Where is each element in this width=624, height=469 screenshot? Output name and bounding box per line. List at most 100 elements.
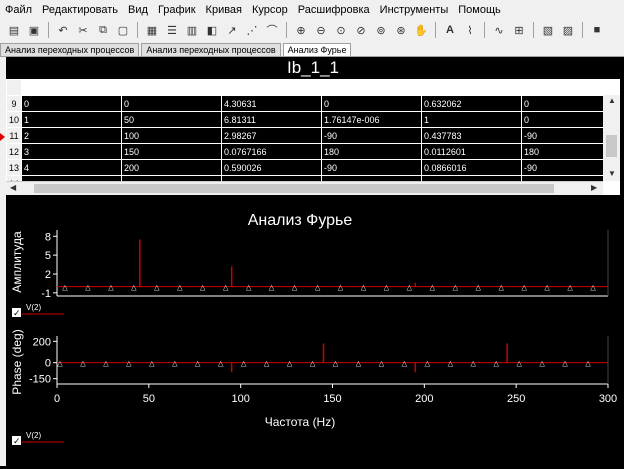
row-number[interactable]: 12 (6, 143, 22, 160)
table-cell[interactable]: 200 (121, 159, 222, 176)
wave-icon[interactable]: ∿ (491, 22, 507, 38)
sample-marker: △ (499, 285, 505, 292)
marker-icon[interactable]: ⌇ (462, 22, 478, 38)
column-header[interactable] (421, 79, 522, 96)
table-cell[interactable]: 0.632062 (421, 95, 522, 112)
paste-icon[interactable]: ▢ (115, 22, 131, 38)
zoom-fit-icon[interactable]: ⊛ (393, 22, 409, 38)
menu-item-3[interactable]: График (153, 4, 201, 16)
column-header[interactable] (21, 79, 122, 96)
zoom-x-icon[interactable]: ⊘ (353, 22, 369, 38)
table-row[interactable]: 13 4 200 0.590026 -90 0.0866016 -90 (6, 159, 604, 176)
properties-icon[interactable]: ▨ (560, 22, 576, 38)
menu-item-7[interactable]: Инструменты (375, 4, 454, 16)
table-cell[interactable]: 0 (121, 95, 222, 112)
table-cell[interactable]: 2.98267 (221, 127, 322, 144)
table-cell[interactable]: 1 (21, 111, 122, 128)
sample-marker: △ (585, 361, 591, 368)
table-cell[interactable]: 150 (121, 143, 222, 160)
menu-item-2[interactable]: Вид (123, 4, 153, 16)
copy-icon[interactable]: ⧉ (95, 22, 111, 38)
curve-icon[interactable]: ⌒ (264, 22, 280, 38)
menu-item-4[interactable]: Кривая (201, 4, 247, 16)
table-row[interactable]: 12 3 150 0.0767166 180 0.0112601 180 (6, 143, 604, 160)
sample-marker: △ (218, 361, 224, 368)
table-icon[interactable]: ▥ (184, 22, 200, 38)
cursor-icon[interactable]: ↗ (224, 22, 240, 38)
scroll-up-icon[interactable]: ▲ (608, 96, 616, 105)
row-number[interactable]: 9 (6, 95, 22, 112)
tab-transient-1[interactable]: Анализ переходных процессов (0, 43, 140, 56)
save-icon[interactable]: ▣ (26, 22, 42, 38)
column-header[interactable] (521, 79, 604, 96)
table-cell[interactable]: 0.0112601 (421, 143, 522, 160)
table-cell[interactable]: 3 (21, 143, 122, 160)
menu-item-8[interactable]: Помощь (453, 4, 506, 16)
menu-item-0[interactable]: Файл (0, 4, 37, 16)
table-cell[interactable]: -90 (321, 127, 422, 144)
vertical-scrollbar[interactable]: ▲ ▼ (603, 95, 620, 181)
row-number[interactable]: 11 (6, 127, 22, 144)
table-row[interactable]: 9 0 0 4.30631 0 0.632062 0 (6, 95, 604, 112)
column-header[interactable] (221, 79, 322, 96)
table-cell[interactable]: -90 (521, 127, 604, 144)
menu-item-6[interactable]: Расшифровка (293, 4, 375, 16)
table-row[interactable]: 10 1 50 6.81311 1.76147e-006 1 0 (6, 111, 604, 128)
table-row[interactable]: 11 2 100 2.98267 -90 0.437783 -90 (6, 127, 604, 144)
table-cell[interactable]: 50 (121, 111, 222, 128)
table-cell[interactable]: 0 (21, 95, 122, 112)
row-number[interactable]: 13 (6, 159, 22, 176)
scroll-down-icon[interactable]: ▼ (608, 169, 616, 178)
table-cell[interactable]: 4 (21, 159, 122, 176)
select-icon[interactable]: ◧ (204, 22, 220, 38)
zoom-out-icon[interactable]: ⊖ (313, 22, 329, 38)
table-cell[interactable]: 100 (121, 127, 222, 144)
column-header[interactable] (321, 79, 422, 96)
table-cell[interactable]: 0 (521, 95, 604, 112)
table-cell[interactable]: 0 (321, 95, 422, 112)
sample-marker: △ (361, 285, 367, 292)
cut-icon[interactable]: ✂ (75, 22, 91, 38)
table-cell[interactable]: 4.30631 (221, 95, 322, 112)
points-icon[interactable]: ⋰ (244, 22, 260, 38)
lines-icon[interactable]: ☰ (164, 22, 180, 38)
zoom-in-icon[interactable]: ⊕ (293, 22, 309, 38)
legend-bottom[interactable]: ✓ V(2) (12, 431, 64, 446)
table-cell[interactable]: -90 (321, 159, 422, 176)
pan-icon[interactable]: ✋ (413, 22, 429, 38)
stop-icon[interactable]: ■ (589, 22, 605, 38)
row-number[interactable]: 10 (6, 111, 22, 128)
tab-transient-2[interactable]: Анализ переходных процессов (141, 43, 281, 56)
horizontal-scrollbar[interactable]: ◀ ▶ (6, 181, 603, 195)
table-cell[interactable]: 180 (321, 143, 422, 160)
menu-item-5[interactable]: Курсор (247, 4, 293, 16)
table-cell[interactable]: 0.0767166 (221, 143, 322, 160)
zoom-y-icon[interactable]: ⊚ (373, 22, 389, 38)
table-cell[interactable]: 0.0866016 (421, 159, 522, 176)
tab-fourier[interactable]: Анализ Фурье (282, 43, 352, 56)
table-cell[interactable]: -90 (521, 159, 604, 176)
horizontal-scroll-thumb[interactable] (34, 184, 554, 193)
table-cell[interactable]: 1.76147e-006 (321, 111, 422, 128)
table-cell[interactable]: 180 (521, 143, 604, 160)
vertical-scroll-thumb[interactable] (606, 135, 617, 157)
zoom-area-icon[interactable]: ⊙ (333, 22, 349, 38)
table-cell[interactable]: 2 (21, 127, 122, 144)
legend-top[interactable]: ✓ V(2) (12, 303, 64, 318)
table-cell[interactable]: 0.437783 (421, 127, 522, 144)
scroll-right-icon[interactable]: ▶ (591, 183, 597, 192)
sample-marker: △ (425, 361, 431, 368)
undo-icon[interactable]: ↶ (55, 22, 71, 38)
export-icon[interactable]: ▧ (540, 22, 556, 38)
column-header[interactable] (121, 79, 222, 96)
table-cell[interactable]: 0 (521, 111, 604, 128)
ruler-icon[interactable]: ⊞ (511, 22, 527, 38)
table-cell[interactable]: 0.590026 (221, 159, 322, 176)
table-cell[interactable]: 6.81311 (221, 111, 322, 128)
table-cell[interactable]: 1 (421, 111, 522, 128)
open-icon[interactable]: ▤ (6, 22, 22, 38)
menu-item-1[interactable]: Редактировать (37, 4, 123, 16)
text-icon[interactable]: A (442, 22, 458, 38)
scroll-left-icon[interactable]: ◀ (10, 183, 16, 192)
grid-icon[interactable]: ▦ (144, 22, 160, 38)
